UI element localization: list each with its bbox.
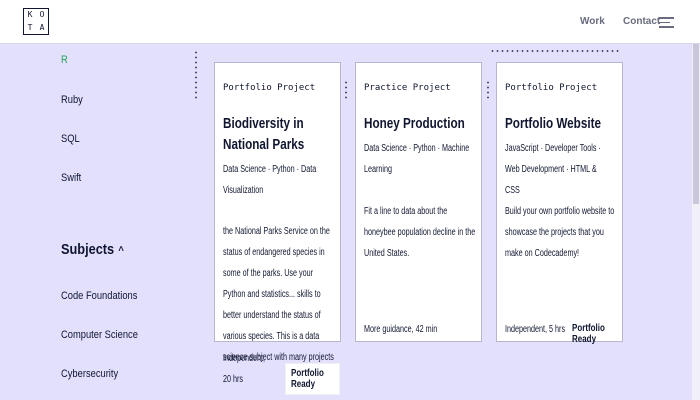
decorative-dots — [487, 80, 489, 100]
badge-label: Portfolio Ready — [572, 323, 605, 345]
card-description: Fit a line to data about the honeybee po… — [364, 206, 476, 259]
top-header: K O T A Work Contact — [0, 0, 700, 44]
card-type-label: Portfolio Project — [223, 83, 316, 93]
nav-contact-link[interactable]: Contact — [623, 16, 660, 27]
portfolio-ready-badge: Portfolio Ready — [285, 363, 340, 395]
card-title: Portfolio Website — [505, 115, 601, 132]
project-card-biodiversity[interactable]: Portfolio Project Biodiversity in Nation… — [214, 62, 341, 395]
card-description: Build your own portfolio website to show… — [505, 206, 615, 259]
project-card-honey-production[interactable]: Practice Project Honey Production Data S… — [355, 62, 482, 342]
card-tags: Data Science · Python · Machine Learning — [364, 143, 470, 175]
card-tags: JavaScript · Developer Tools · Web Devel… — [505, 143, 601, 196]
subjects-heading-label: Subjects — [61, 241, 115, 258]
card-type-label: Portfolio Project — [505, 83, 598, 93]
chevron-up-icon: ^ — [118, 245, 124, 257]
decorative-dots — [345, 80, 347, 100]
sidebar-item-r[interactable]: R — [61, 54, 68, 66]
card-title: Honey Production — [364, 115, 465, 132]
decorative-dots — [490, 50, 620, 52]
scrollbar[interactable] — [692, 44, 700, 400]
sidebar-item-cybersecurity[interactable]: Cybersecurity — [61, 368, 118, 380]
logo-letter: K — [27, 10, 33, 19]
sidebar-item-ruby[interactable]: Ruby — [61, 94, 83, 106]
logo-letter: A — [39, 22, 45, 32]
card-description: the National Parks Service on the status… — [223, 226, 334, 363]
card-type-label: Practice Project — [364, 83, 451, 93]
sidebar-item-code-foundations[interactable]: Code Foundations — [61, 290, 137, 302]
sidebar-item-swift[interactable]: Swift — [61, 172, 81, 184]
card-meta: More guidance, 42 min — [364, 324, 438, 335]
nav-work-link[interactable]: Work — [580, 16, 605, 27]
logo-letter: T — [27, 22, 33, 32]
sidebar-item-computer-science[interactable]: Computer Science — [61, 329, 138, 341]
kota-logo[interactable]: K O T A — [23, 8, 49, 35]
card-title: Biodiversity in National Parks — [223, 115, 305, 153]
card-tags: Data Science · Python · Data Visualizati… — [223, 164, 317, 196]
project-card-portfolio-website[interactable]: Portfolio Project Portfolio Website Java… — [496, 62, 623, 345]
badge-label: Portfolio Ready — [291, 368, 324, 390]
card-meta: Independent, 20 hrs — [223, 353, 266, 385]
scrollbar-thumb[interactable] — [693, 44, 699, 204]
subjects-toggle[interactable]: Subjects ^ — [61, 241, 124, 258]
decorative-dots — [195, 50, 197, 100]
sidebar-item-sql[interactable]: SQL — [61, 133, 80, 145]
logo-letter: O — [39, 10, 45, 19]
hamburger-icon[interactable] — [659, 17, 674, 28]
portfolio-ready-badge: Portfolio Ready — [567, 319, 622, 349]
